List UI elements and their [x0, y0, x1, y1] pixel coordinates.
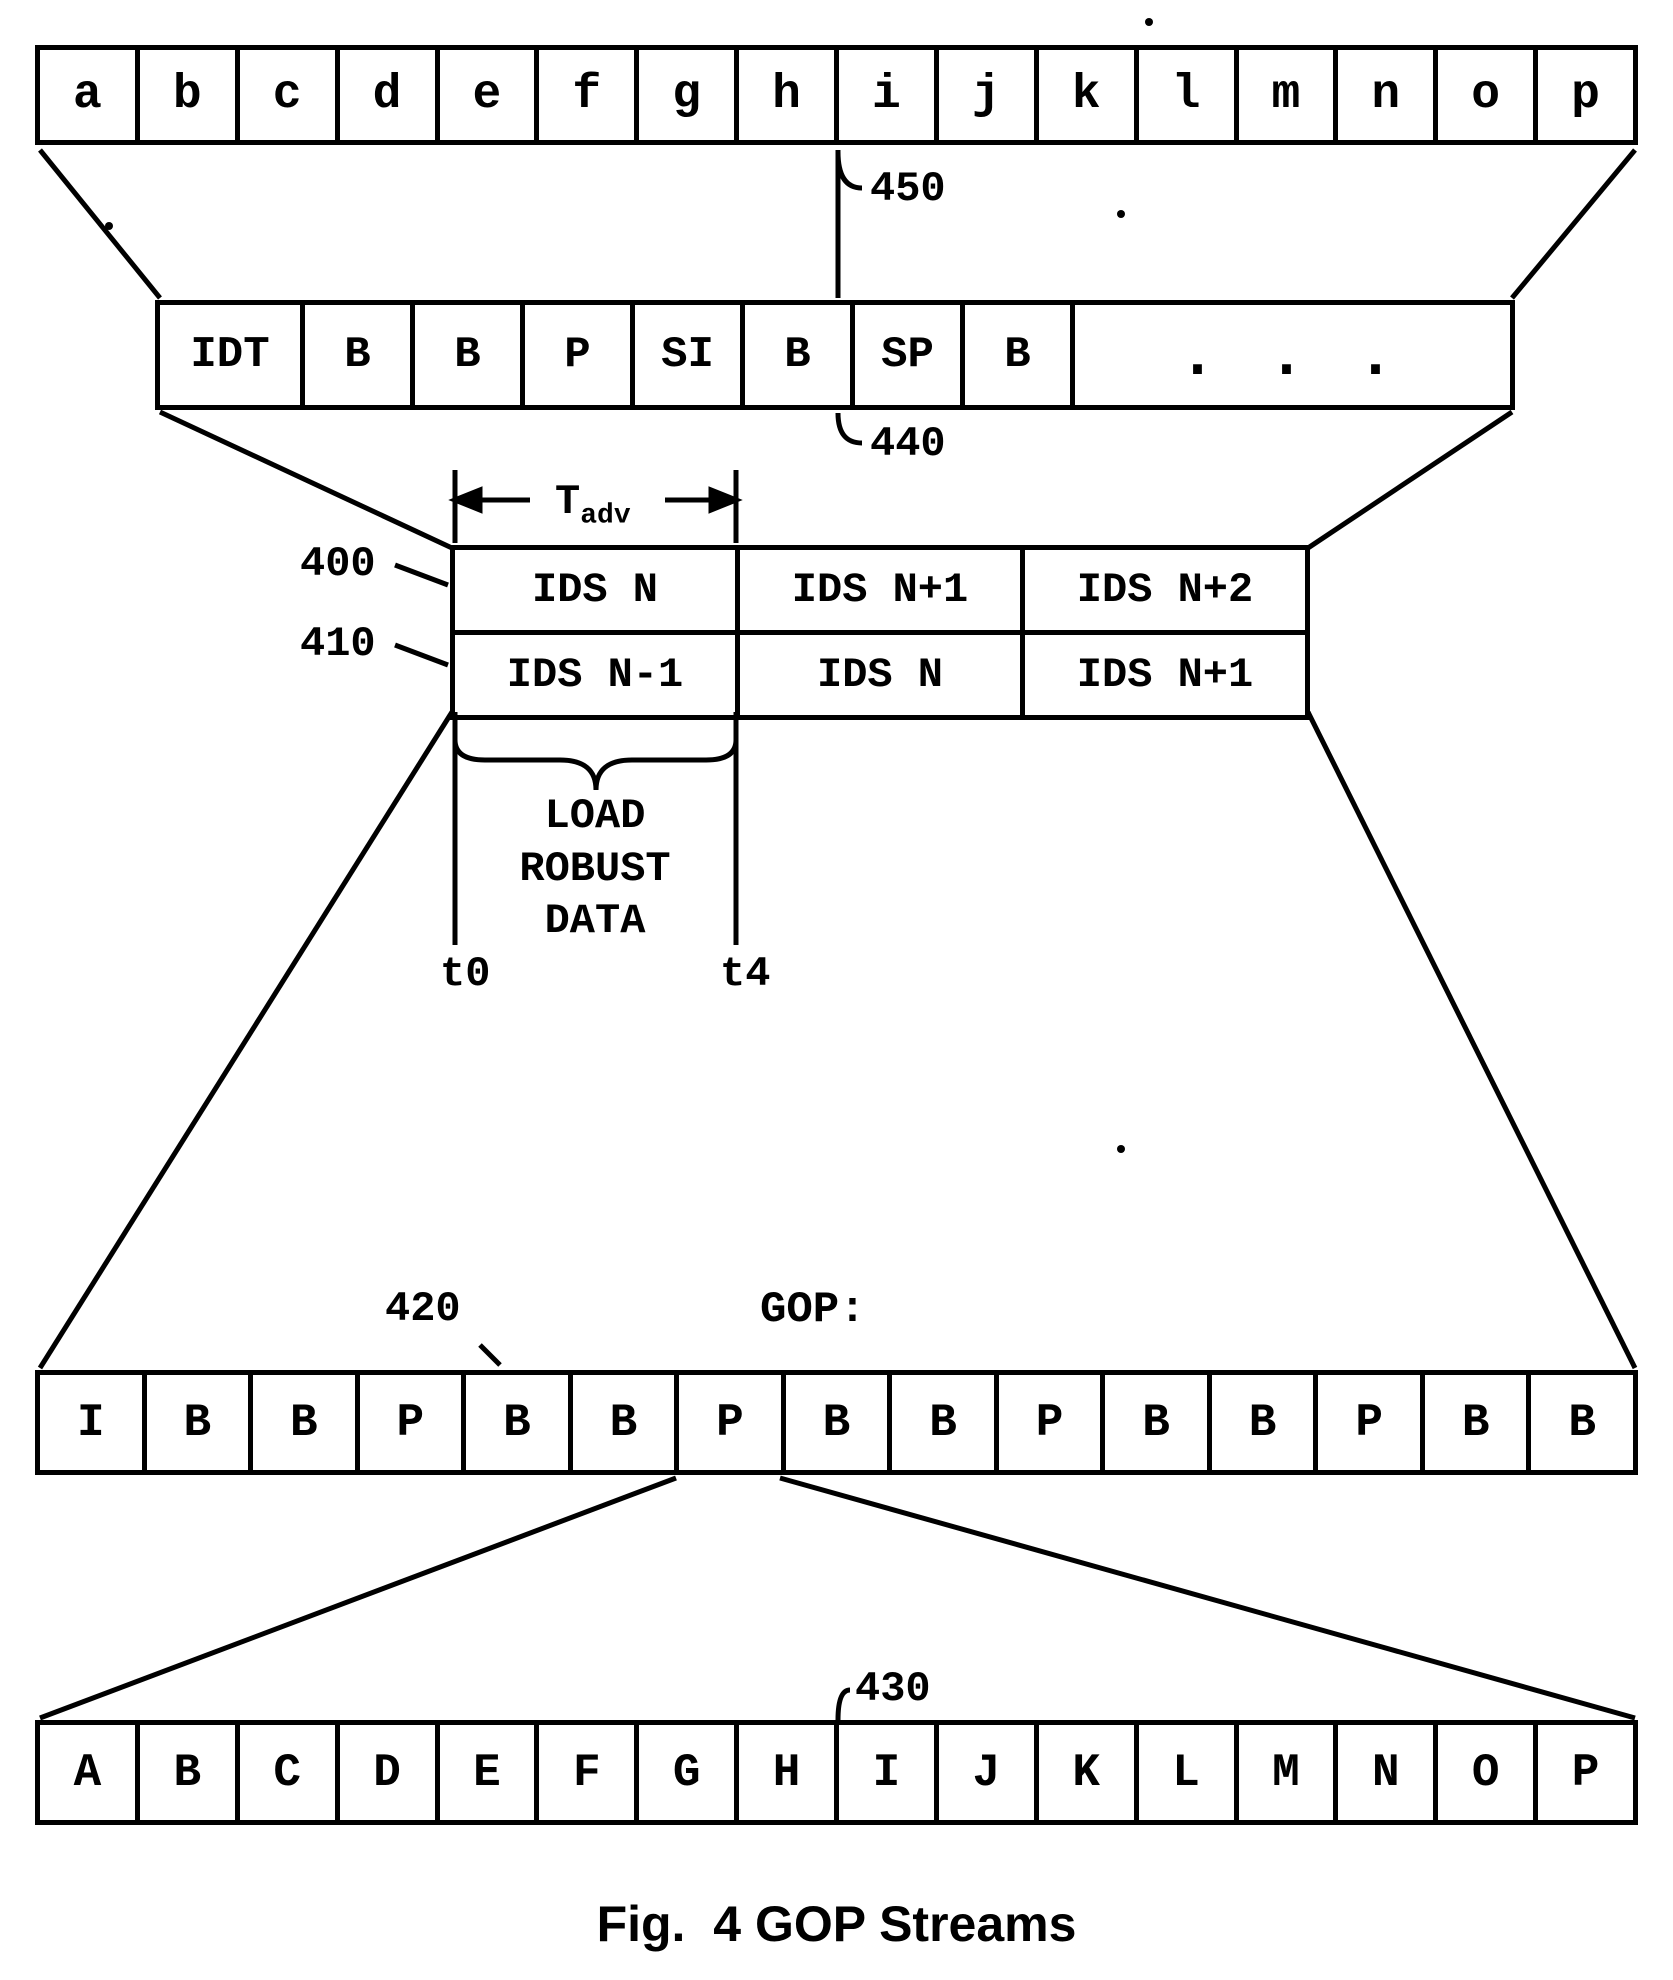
row440-cell: IDT: [155, 300, 305, 410]
ref-440: 440: [870, 420, 946, 468]
row420-cell: I: [35, 1370, 147, 1475]
stream-cell: IDS N+1: [1020, 635, 1305, 715]
ref-400: 400: [300, 540, 376, 588]
row430-cell: G: [639, 1720, 739, 1825]
row440-cell: SI: [635, 300, 745, 410]
row450-cell: p: [1538, 45, 1638, 145]
row450-cell: d: [340, 45, 440, 145]
row450-cell: a: [35, 45, 140, 145]
row430-cell: N: [1338, 1720, 1438, 1825]
figure-caption: Fig. 4 GOP Streams: [0, 1895, 1673, 1953]
row430-cell: D: [340, 1720, 440, 1825]
stream-cell: IDS N: [735, 635, 1020, 715]
row440-cell: B: [415, 300, 525, 410]
row420-cell: B: [786, 1370, 893, 1475]
stream-table: IDS N IDS N+1 IDS N+2 IDS N-1 IDS N IDS …: [450, 545, 1310, 720]
row450-cell: l: [1139, 45, 1239, 145]
row420-cell: B: [1212, 1370, 1319, 1475]
row420-cell: B: [147, 1370, 254, 1475]
row450-cell: h: [739, 45, 839, 145]
row430-cell: K: [1039, 1720, 1139, 1825]
row450-cell: e: [440, 45, 540, 145]
row430-cell: L: [1139, 1720, 1239, 1825]
row450-cell: i: [839, 45, 939, 145]
row420-cell: B: [466, 1370, 573, 1475]
row440-cell: P: [525, 300, 635, 410]
gop-label: GOP:: [760, 1285, 866, 1335]
speck: [105, 222, 113, 230]
stream-row-400: IDS N IDS N+1 IDS N+2: [455, 550, 1305, 630]
row450-cell: n: [1338, 45, 1438, 145]
row420-cell: B: [892, 1370, 999, 1475]
row430-cell: A: [35, 1720, 140, 1825]
row440-cell: SP: [855, 300, 965, 410]
row420-cell: P: [1318, 1370, 1425, 1475]
time-t4: t4: [720, 950, 770, 998]
row450-cell: c: [240, 45, 340, 145]
row430-cell: M: [1239, 1720, 1339, 1825]
row-450-container: a b c d e f g h i j k l m n o p: [35, 45, 1638, 145]
load-robust-label: LOAD ROBUST DATA: [445, 790, 745, 948]
tadv-label: Tadv: [555, 478, 631, 531]
row420-cell: B: [253, 1370, 360, 1475]
caption-fig: Fig.: [597, 1896, 686, 1952]
row420-cell: P: [999, 1370, 1106, 1475]
row420-cell: B: [1425, 1370, 1532, 1475]
ref-410: 410: [300, 620, 376, 668]
row430-cell: I: [839, 1720, 939, 1825]
row420-cell: B: [1105, 1370, 1212, 1475]
row440-cell: B: [745, 300, 855, 410]
stream-row-410: IDS N-1 IDS N IDS N+1: [455, 630, 1305, 715]
load-robust-text: LOAD ROBUST DATA: [519, 792, 670, 945]
row-430-container: A B C D E F G H I J K L M N O P: [35, 1720, 1638, 1825]
row430-cell: E: [440, 1720, 540, 1825]
row450-cell: j: [939, 45, 1039, 145]
row430-cell: C: [240, 1720, 340, 1825]
row430-cell: P: [1538, 1720, 1638, 1825]
stream-cell: IDS N-1: [455, 635, 735, 715]
row-420-container: I B B P B B P B B P B B P B B: [35, 1370, 1638, 1475]
caption-title: GOP Streams: [755, 1896, 1076, 1952]
ref-450: 450: [870, 165, 946, 213]
row430-cell: H: [739, 1720, 839, 1825]
row430-cell: B: [140, 1720, 240, 1825]
row440-cell: B: [965, 300, 1075, 410]
row450-cell: g: [639, 45, 739, 145]
row420-cell: P: [360, 1370, 467, 1475]
row450-cell: m: [1239, 45, 1339, 145]
row450-cell: k: [1039, 45, 1139, 145]
ref-420: 420: [385, 1285, 461, 1333]
row450-cell: f: [539, 45, 639, 145]
row420-cell: P: [679, 1370, 786, 1475]
time-t0: t0: [440, 950, 490, 998]
row-440-container: IDT B B P SI B SP B . . .: [155, 300, 1515, 410]
row450-cell: o: [1438, 45, 1538, 145]
row430-cell: J: [939, 1720, 1039, 1825]
row440-rest: . . .: [1075, 300, 1515, 410]
connector-lines: [0, 0, 1673, 1980]
tadv-text: Tadv: [555, 478, 631, 526]
row420-cell: B: [1531, 1370, 1638, 1475]
row430-cell: O: [1438, 1720, 1538, 1825]
speck: [1145, 18, 1153, 26]
stream-cell: IDS N: [455, 550, 735, 630]
row440-cell: B: [305, 300, 415, 410]
speck: [1117, 210, 1125, 218]
stream-cell: IDS N+1: [735, 550, 1020, 630]
speck: [1117, 1145, 1125, 1153]
row430-cell: F: [539, 1720, 639, 1825]
caption-num: 4: [713, 1896, 741, 1952]
row420-cell: B: [573, 1370, 680, 1475]
stream-cell: IDS N+2: [1020, 550, 1305, 630]
ref-430: 430: [855, 1665, 931, 1713]
row450-cell: b: [140, 45, 240, 145]
